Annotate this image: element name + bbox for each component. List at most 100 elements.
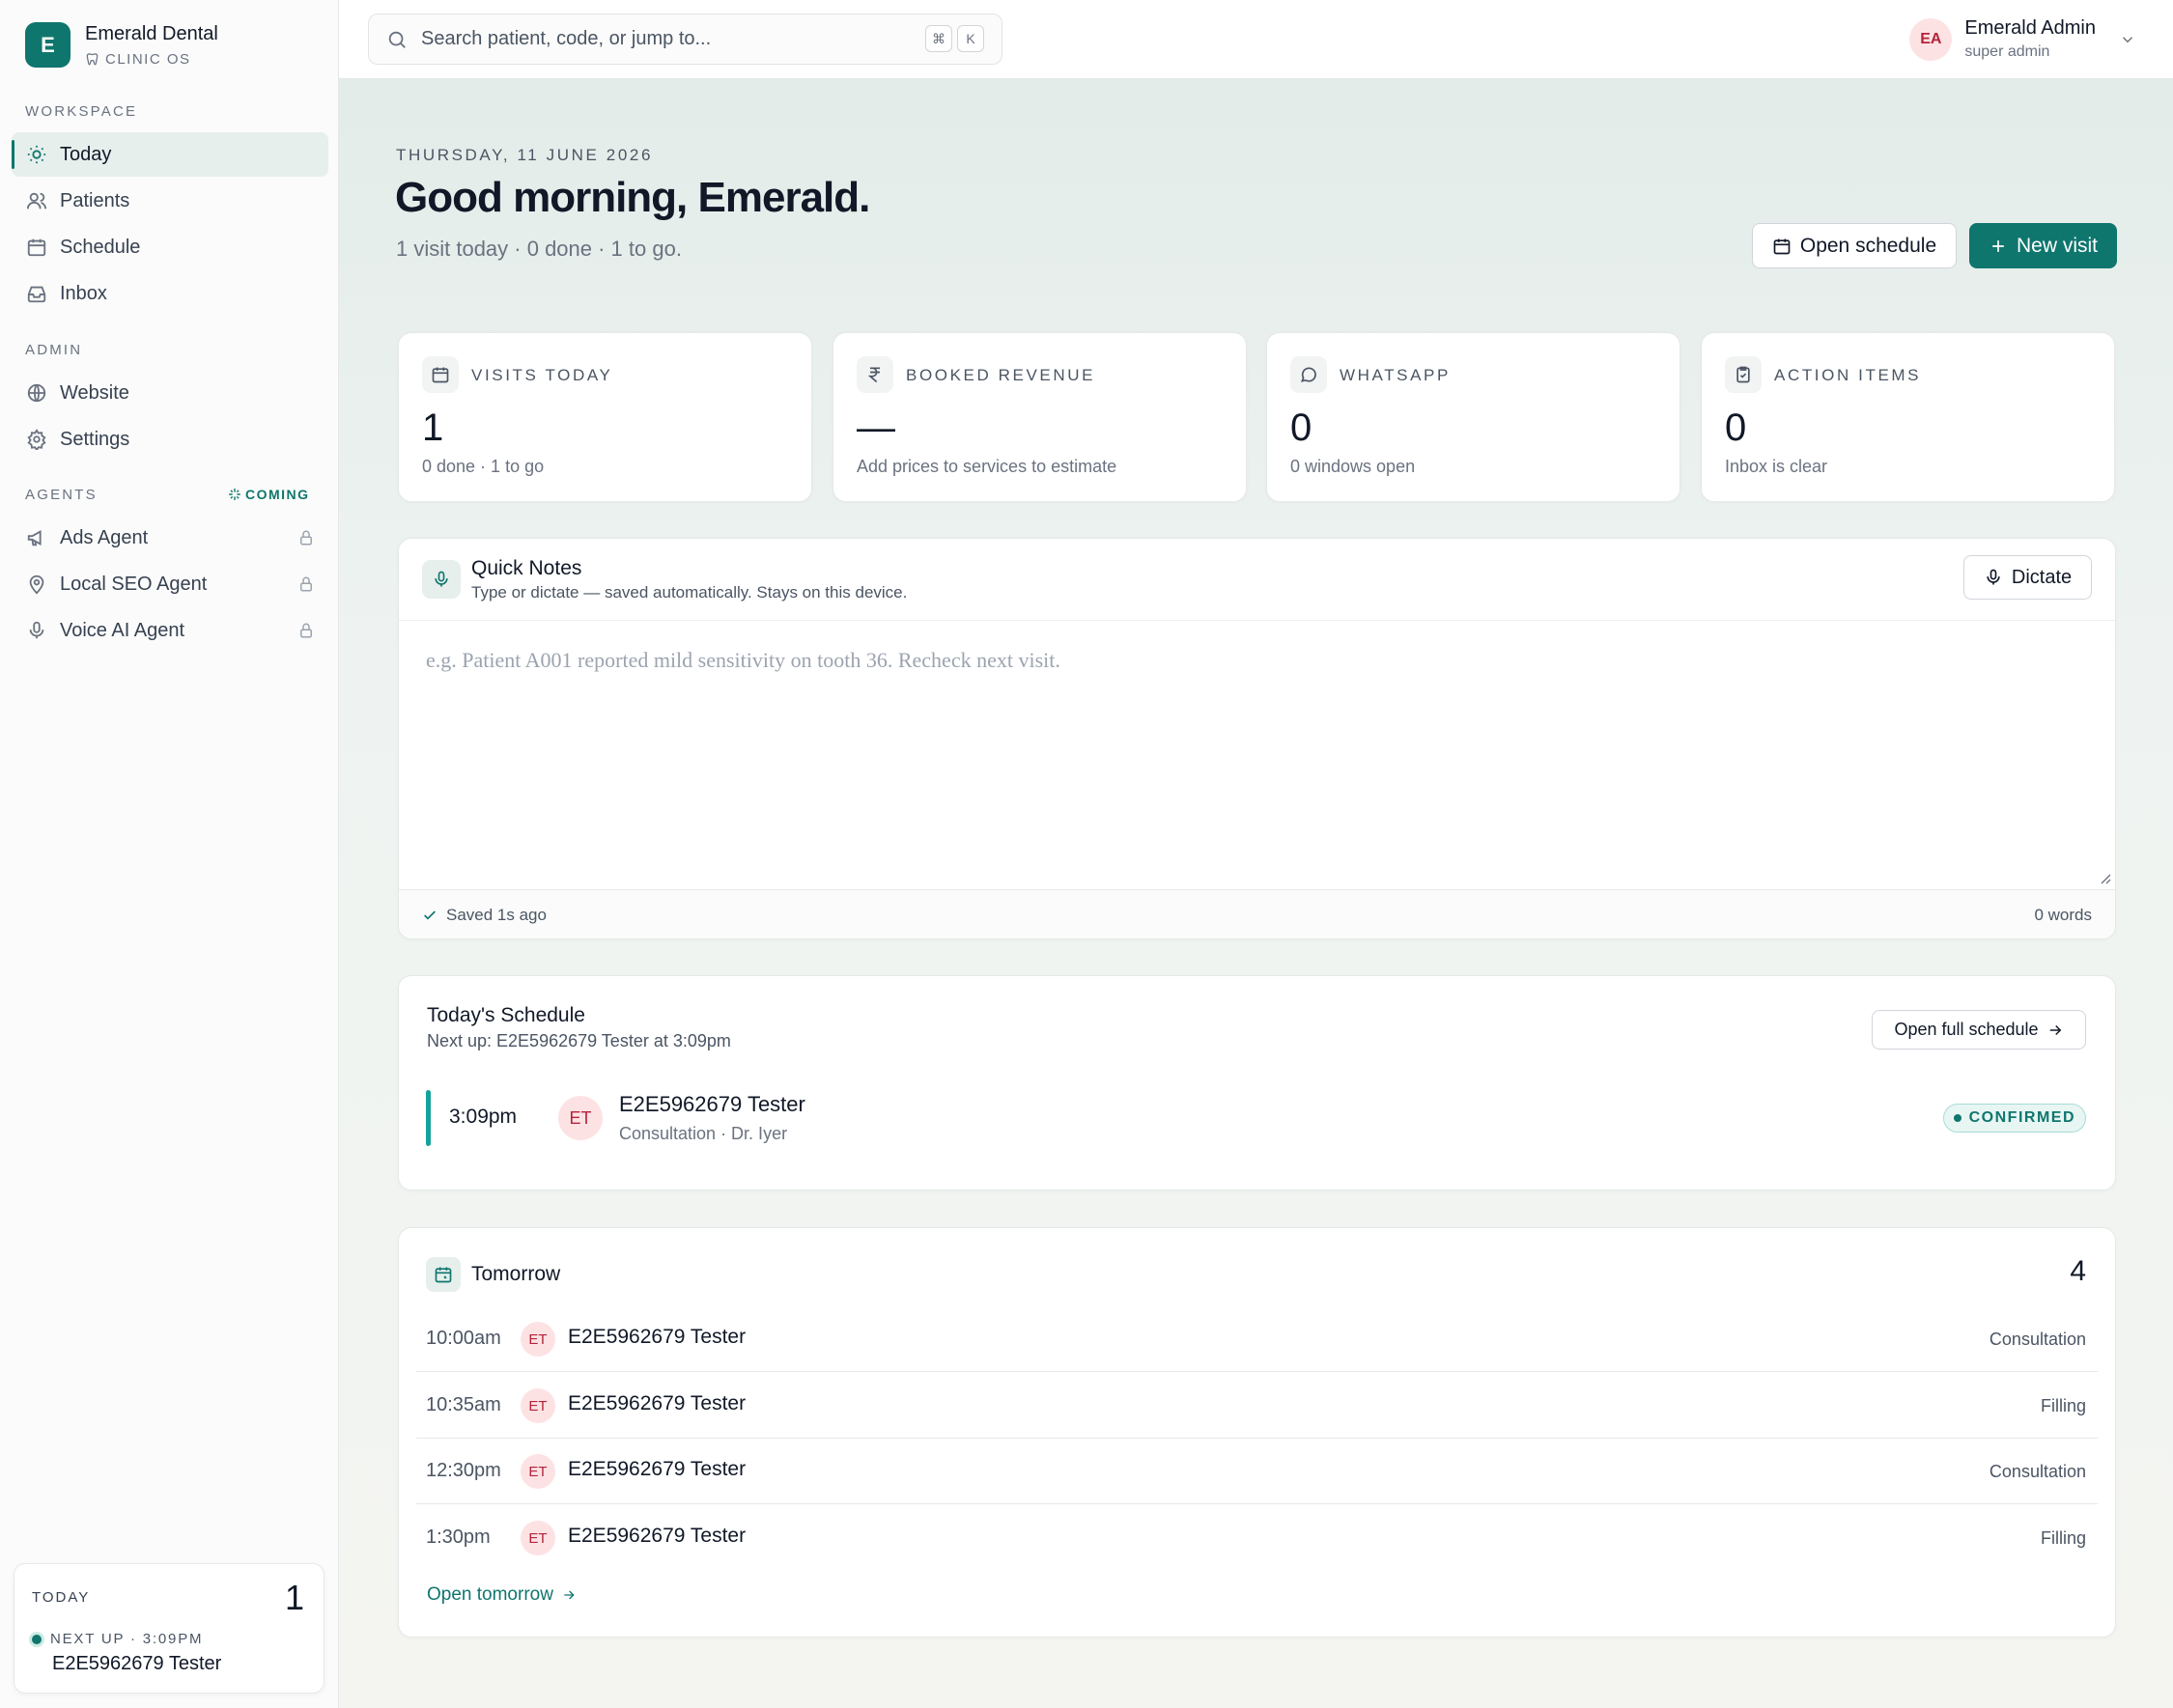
sidebar-item-label: Website <box>60 381 129 404</box>
calendar-icon <box>432 367 449 383</box>
sidebar-item-voice-ai-agent[interactable]: Voice AI Agent <box>12 608 328 653</box>
avatar: EA <box>1909 17 1953 61</box>
rupee-icon <box>867 367 880 383</box>
row-visit-type: Consultation <box>1989 1462 2086 1481</box>
tomorrow-title: Tomorrow <box>471 1263 561 1285</box>
word-count: 0 words <box>2034 906 2092 924</box>
appointment-time: 3:09pm <box>449 1106 518 1128</box>
mic-icon <box>435 571 448 587</box>
map-pin-icon <box>29 574 44 595</box>
resize-handle-icon[interactable] <box>2098 871 2111 884</box>
sidebar-item-today[interactable]: Today <box>12 132 328 177</box>
stat-label: WHATSAPP <box>1340 366 1451 384</box>
avatar: ET <box>521 1322 555 1357</box>
dictate-button[interactable]: Dictate <box>1963 555 2092 600</box>
status-badge: CONFIRMED <box>1942 1104 2086 1133</box>
user-menu[interactable]: EA Emerald Admin super admin <box>1909 17 2136 61</box>
lock-icon <box>300 576 312 592</box>
stat-label: VISITS TODAY <box>471 366 613 384</box>
users-icon <box>26 192 47 210</box>
arrow-right-icon <box>564 1590 575 1600</box>
today-summary-card[interactable]: TODAY 1 NEXT UP · 3:09PM E2E5962679 Test… <box>14 1563 325 1694</box>
row-patient-name: E2E5962679 Tester <box>568 1525 747 1547</box>
stat-value: 1 <box>422 406 444 449</box>
row-time: 12:30pm <box>426 1460 501 1481</box>
stat-card-booked-revenue[interactable]: BOOKED REVENUE — Add prices to services … <box>833 332 1247 502</box>
sidebar-item-label: Voice AI Agent <box>60 619 184 641</box>
table-row[interactable]: 10:00am ET E2E5962679 Tester Consultatio… <box>416 1306 2098 1372</box>
plus-icon <box>1992 239 2004 252</box>
quick-notes-title: Quick Notes <box>471 557 582 579</box>
sidebar-item-local-seo-agent[interactable]: Local SEO Agent <box>12 562 328 606</box>
kbd-command: ⌘ <box>925 25 952 52</box>
notes-textarea[interactable]: e.g. Patient A001 reported mild sensitiv… <box>426 648 1060 673</box>
today-card-label: TODAY <box>32 1589 91 1606</box>
sidebar-item-ads-agent[interactable]: Ads Agent <box>12 516 328 560</box>
table-row[interactable]: 12:30pm ET E2E5962679 Tester Consultatio… <box>416 1439 2098 1504</box>
inbox-icon <box>27 286 46 303</box>
globe-icon <box>27 383 46 403</box>
sidebar-item-settings[interactable]: Settings <box>12 417 328 462</box>
open-full-schedule-button[interactable]: Open full schedule <box>1872 1010 2086 1050</box>
sidebar-item-label: Ads Agent <box>60 526 149 548</box>
today-card-count: 1 <box>284 1578 304 1617</box>
page-title: Good morning, Emerald. <box>395 174 870 221</box>
calendar-clock-icon <box>435 1267 452 1283</box>
lock-icon <box>300 530 312 546</box>
row-patient-name: E2E5962679 Tester <box>568 1392 747 1414</box>
chat-bubble-icon <box>1300 367 1316 382</box>
appointment-time-bar <box>426 1090 431 1146</box>
lock-icon <box>300 623 312 638</box>
quick-notes-subtitle: Type or dictate — saved automatically. S… <box>471 583 908 602</box>
avatar: ET <box>558 1096 603 1140</box>
open-schedule-button[interactable]: Open schedule <box>1752 223 1957 268</box>
page-date: THURSDAY, 11 JUNE 2026 <box>396 146 654 164</box>
avatar: ET <box>521 1454 555 1489</box>
brand-logo: E <box>25 22 71 68</box>
user-role: super admin <box>1964 43 2050 60</box>
row-time: 1:30pm <box>426 1526 491 1548</box>
brand[interactable]: E Emerald Dental CLINIC OS <box>25 22 218 68</box>
sidebar-item-schedule[interactable]: Schedule <box>12 225 328 269</box>
sparkle-icon <box>229 489 240 500</box>
sidebar-item-inbox[interactable]: Inbox <box>12 271 328 316</box>
new-visit-button[interactable]: New visit <box>1969 223 2117 268</box>
appointment-meta: Consultation · Dr. Iyer <box>619 1124 788 1143</box>
stat-sub: 0 done · 1 to go <box>422 457 545 476</box>
row-visit-type: Consultation <box>1989 1330 2086 1349</box>
brand-name: Emerald Dental <box>85 22 218 44</box>
search-input[interactable]: Search patient, code, or jump to... ⌘ K <box>368 14 1002 65</box>
stat-value: — <box>857 406 895 449</box>
sun-icon <box>27 145 46 164</box>
clipboard-check-icon <box>1736 366 1750 383</box>
sidebar-item-patients[interactable]: Patients <box>12 179 328 223</box>
appointment-patient-name[interactable]: E2E5962679 Tester <box>619 1092 805 1117</box>
sidebar-item-label: Patients <box>60 189 130 211</box>
gear-icon <box>27 429 46 450</box>
tomorrow-card: Tomorrow 4 10:00am ET E2E5962679 Tester … <box>398 1227 2116 1638</box>
table-row[interactable]: 10:35am ET E2E5962679 Tester Filling <box>416 1373 2098 1439</box>
avatar: ET <box>521 1521 555 1555</box>
table-row[interactable]: 1:30pm ET E2E5962679 Tester Filling <box>416 1505 2098 1571</box>
sidebar: E Emerald Dental CLINIC OS WORKSPACE Tod… <box>0 0 339 1708</box>
stat-card-whatsapp[interactable]: WHATSAPP 0 0 windows open <box>1266 332 1680 502</box>
sidebar-item-website[interactable]: Website <box>12 371 328 415</box>
page-summary: 1 visit today · 0 done · 1 to go. <box>396 237 682 261</box>
chevron-down-icon <box>2122 36 2133 42</box>
sidebar-item-label: Today <box>60 143 112 165</box>
saved-status: Saved 1s ago <box>446 906 547 924</box>
schedule-title: Today's Schedule <box>427 1004 585 1026</box>
row-visit-type: Filling <box>2040 1396 2086 1415</box>
row-patient-name: E2E5962679 Tester <box>568 1326 747 1348</box>
todays-schedule-card: Today's Schedule Next up: E2E5962679 Tes… <box>398 975 2116 1190</box>
calendar-icon <box>27 238 46 257</box>
open-tomorrow-link[interactable]: Open tomorrow <box>427 1584 577 1606</box>
kbd-k: K <box>957 25 984 52</box>
quick-notes-card: Quick Notes Type or dictate — saved auto… <box>398 538 2116 939</box>
stat-card-action-items[interactable]: ACTION ITEMS 0 Inbox is clear <box>1701 332 2115 502</box>
workspace-label: WORKSPACE <box>25 103 138 120</box>
avatar: ET <box>521 1388 555 1423</box>
sidebar-item-label: Local SEO Agent <box>60 573 208 595</box>
stat-card-visits-today[interactable]: VISITS TODAY 1 0 done · 1 to go <box>398 332 812 502</box>
schedule-next-up: Next up: E2E5962679 Tester at 3:09pm <box>427 1031 731 1050</box>
